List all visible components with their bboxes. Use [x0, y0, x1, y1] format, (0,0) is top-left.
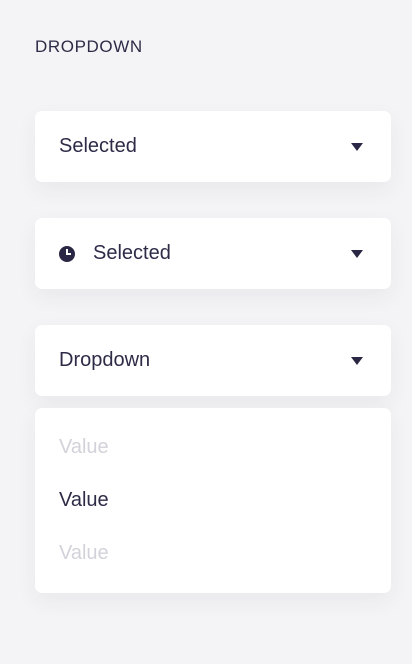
caret-down-icon [351, 142, 363, 151]
dropdown-label: Selected [93, 242, 171, 264]
dropdown-label: Selected [59, 135, 137, 157]
dropdown-menu: Value Value Value [35, 408, 391, 593]
section-title: DROPDOWN [35, 37, 143, 56]
caret-down-icon [351, 356, 363, 365]
caret-down-icon [351, 249, 363, 258]
dropdown-label: Dropdown [59, 349, 151, 371]
menu-option[interactable]: Value [59, 436, 109, 459]
menu-option[interactable]: Value [59, 542, 109, 565]
dropdown-selected-with-icon[interactable]: Selected [35, 218, 391, 289]
menu-option-selected[interactable]: Value [59, 489, 109, 512]
dropdown-open[interactable]: Dropdown [35, 325, 391, 396]
dropdown-selected[interactable]: Selected [35, 111, 391, 182]
clock-icon [59, 245, 75, 262]
